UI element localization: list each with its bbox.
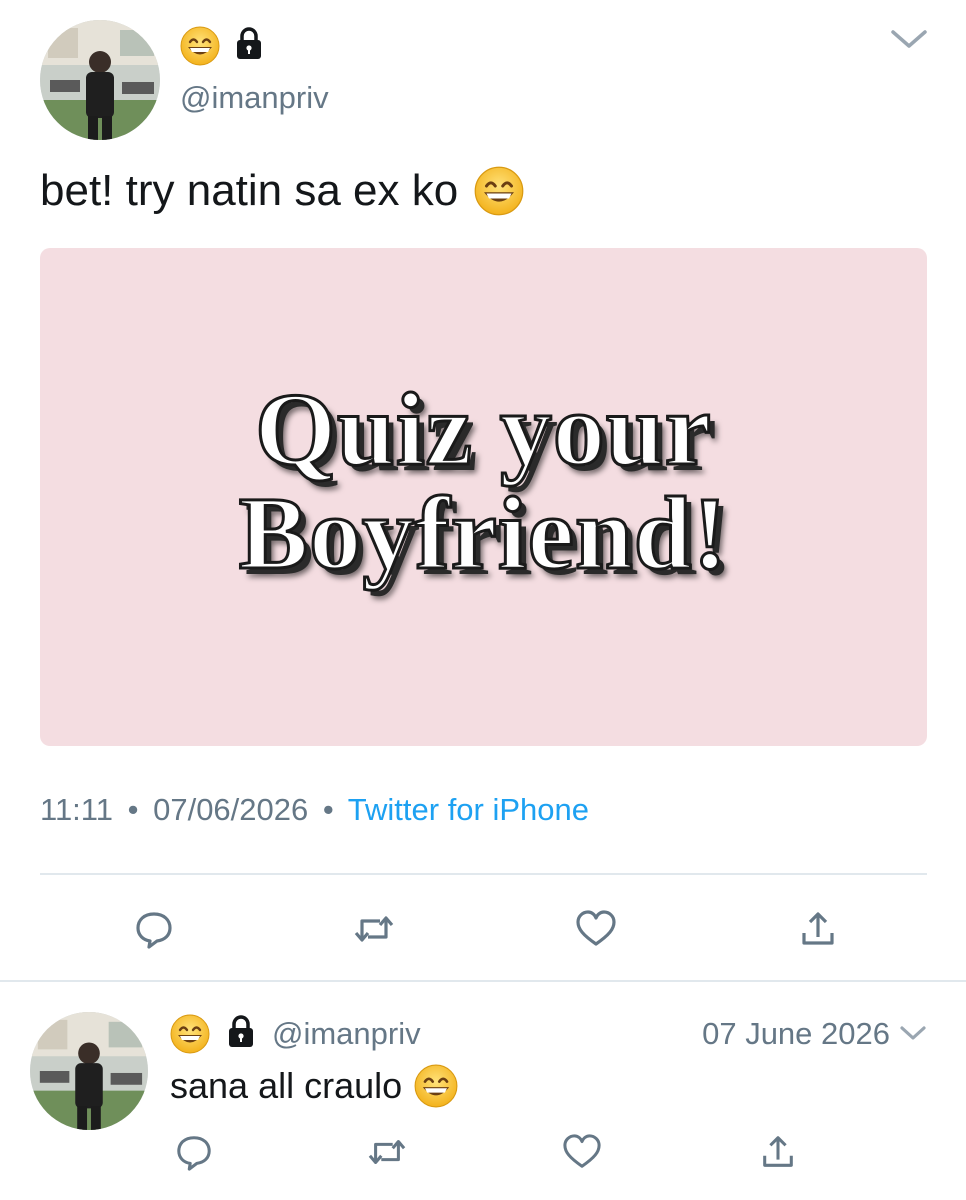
reply-date: 07 June 2026 bbox=[702, 1016, 890, 1051]
reply-icon bbox=[177, 1136, 211, 1171]
user-handle[interactable]: @imanpriv bbox=[180, 80, 329, 116]
reply-text: sana all craulo bbox=[170, 1064, 458, 1108]
heart-icon bbox=[563, 1134, 601, 1168]
reply-button[interactable] bbox=[172, 1130, 216, 1174]
share-button[interactable] bbox=[756, 1130, 800, 1174]
reply-button[interactable] bbox=[130, 905, 178, 953]
tweet-meta: 11:11 • 07/06/2026 • Twitter for iPhone bbox=[40, 792, 589, 828]
tweet-source-link[interactable]: Twitter for iPhone bbox=[348, 792, 589, 827]
grinning-face-icon bbox=[180, 26, 220, 66]
grinning-face-icon bbox=[170, 1014, 210, 1054]
share-icon bbox=[802, 912, 834, 945]
reply-icon bbox=[136, 912, 172, 949]
tweet-date: 07/06/2026 bbox=[153, 792, 309, 827]
grinning-face-icon bbox=[414, 1064, 458, 1108]
divider bbox=[0, 980, 966, 982]
lock-icon bbox=[234, 26, 264, 66]
reply-text-content: sana all craulo bbox=[170, 1065, 403, 1106]
avatar[interactable] bbox=[30, 1012, 148, 1130]
reply-user-row: @imanpriv bbox=[170, 1014, 421, 1054]
tweet-time: 11:11 bbox=[40, 792, 113, 827]
reply-user-handle[interactable]: @imanpriv bbox=[272, 1016, 421, 1052]
like-button[interactable] bbox=[572, 905, 620, 953]
share-button[interactable] bbox=[794, 905, 842, 953]
tweet-text-content: bet! try natin sa ex ko bbox=[40, 166, 459, 215]
grinning-face-icon bbox=[474, 166, 524, 216]
retweet-button[interactable] bbox=[365, 1130, 409, 1174]
meta-separator: • bbox=[127, 792, 139, 827]
heart-icon bbox=[576, 910, 616, 946]
like-button[interactable] bbox=[560, 1130, 604, 1174]
card-title-line-1: Quiz your bbox=[254, 372, 713, 487]
retweet-icon bbox=[354, 916, 394, 942]
user-name-row bbox=[180, 26, 264, 66]
chevron-down-icon[interactable] bbox=[888, 24, 930, 59]
divider bbox=[40, 873, 927, 875]
share-icon bbox=[763, 1136, 793, 1167]
retweet-button[interactable] bbox=[350, 905, 398, 953]
chevron-down-icon[interactable] bbox=[898, 1016, 928, 1052]
reply-date-row: 07 June 2026 bbox=[702, 1016, 928, 1052]
tweet-text: bet! try natin sa ex ko bbox=[40, 166, 524, 216]
card-title-line-2: Boyfriend! bbox=[237, 476, 729, 591]
media-card[interactable]: Quiz your Boyfriend! bbox=[40, 248, 927, 746]
retweet-icon bbox=[368, 1140, 406, 1164]
meta-separator: • bbox=[322, 792, 334, 827]
avatar[interactable] bbox=[40, 20, 160, 140]
lock-icon bbox=[226, 1014, 256, 1054]
